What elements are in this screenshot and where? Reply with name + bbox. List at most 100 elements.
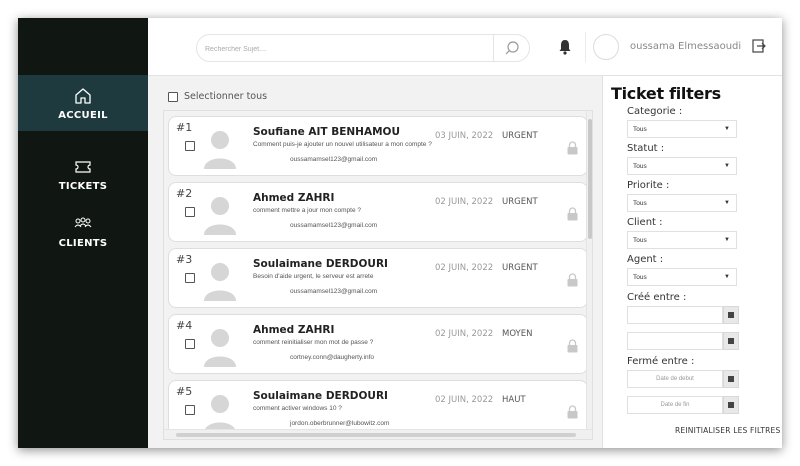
- chevron-down-icon: ▼: [724, 126, 730, 132]
- categorie-value: Tous: [633, 126, 647, 133]
- horizontal-scrollbar[interactable]: [164, 429, 592, 439]
- ticket-date: 02 JUIN, 2022: [435, 395, 494, 405]
- lock-icon[interactable]: [567, 207, 578, 221]
- scroll-thumb[interactable]: [176, 433, 576, 437]
- ticket-checkbox[interactable]: [185, 273, 195, 283]
- sidebar-item-tickets[interactable]: TICKETS: [18, 146, 148, 202]
- chevron-down-icon: ▼: [724, 274, 730, 280]
- client-value: Tous: [633, 237, 647, 244]
- cree-entre-label: Créé entre :: [627, 292, 687, 303]
- user-avatar-icon: [204, 131, 236, 169]
- sidebar-item-clients[interactable]: CLIENTS: [18, 203, 148, 259]
- ticket-date: 02 JUIN, 2022: [435, 329, 494, 339]
- filters-panel: Ticket filters Categorie : Tous ▼ Statut…: [602, 76, 782, 448]
- ticket-priority: URGENT: [502, 263, 538, 273]
- ticket-card[interactable]: #2 Ahmed ZAHRI comment mettre a jour mon c…: [168, 182, 588, 242]
- ticket-email: jordon.oberbrunner@lubowitz.com: [290, 420, 390, 427]
- ticket-checkbox[interactable]: [185, 141, 195, 151]
- client-select[interactable]: Tous ▼: [627, 231, 737, 249]
- agent-label: Agent :: [627, 254, 664, 265]
- priorite-value: Tous: [633, 200, 647, 207]
- ticket-email: oussamamsel123@gmail.com: [290, 222, 378, 229]
- ticket-email: cortney.conn@daugherty.info: [290, 354, 375, 361]
- ticket-subject: comment mettre a jour mon compte ?: [253, 207, 362, 214]
- user-avatar-icon: [204, 329, 236, 367]
- categorie-label: Categorie :: [627, 106, 683, 117]
- priorite-label: Priorite :: [627, 180, 670, 191]
- filters-title: Ticket filters: [611, 84, 721, 103]
- ticket-list: #1 Soufiane AIT BENHAMOU Comment puis-je a…: [163, 110, 593, 440]
- sidebar: ACCUEIL TICKETS CLIENTS: [18, 18, 148, 448]
- ticket-number: #3: [176, 253, 193, 266]
- ticket-date: 03 JUIN, 2022: [435, 131, 494, 141]
- statut-select[interactable]: Tous ▼: [627, 157, 737, 175]
- lock-icon[interactable]: [567, 405, 578, 419]
- priorite-select[interactable]: Tous ▼: [627, 194, 737, 212]
- user-avatar-icon: [204, 197, 236, 235]
- ferme-start-date-input[interactable]: Date de debut: [627, 370, 723, 388]
- client-label: Client :: [627, 217, 663, 228]
- calendar-icon[interactable]: [723, 396, 739, 414]
- cree-start-date-input[interactable]: [627, 306, 723, 324]
- ticket-priority: URGENT: [502, 197, 538, 207]
- calendar-icon[interactable]: [723, 306, 739, 324]
- sidebar-item-label: CLIENTS: [58, 237, 108, 249]
- chevron-down-icon: ▼: [724, 163, 730, 169]
- vertical-scrollbar[interactable]: [586, 111, 592, 429]
- search-input[interactable]: [205, 40, 485, 58]
- lock-icon[interactable]: [567, 141, 578, 155]
- ticket-priority: HAUT: [502, 395, 526, 405]
- ticket-client-name: Ahmed ZAHRI: [253, 324, 335, 336]
- lock-icon[interactable]: [567, 273, 578, 287]
- cree-end-date-input[interactable]: [627, 332, 723, 350]
- users-icon: [74, 217, 92, 227]
- categorie-select[interactable]: Tous ▼: [627, 120, 737, 138]
- ticket-email: oussamamsel123@gmail.com: [290, 288, 378, 295]
- reset-filters-button[interactable]: REINITIALISER LES FILTRES: [675, 426, 780, 435]
- ticket-number: #4: [176, 319, 193, 332]
- scroll-thumb[interactable]: [588, 119, 592, 239]
- calendar-icon[interactable]: [723, 370, 739, 388]
- ticket-list-panel: Selectionner tous #1 Soufiane AIT BENHAMO…: [148, 76, 602, 448]
- avatar[interactable]: [593, 34, 619, 60]
- user-avatar-icon: [204, 263, 236, 301]
- select-all[interactable]: Selectionner tous: [168, 91, 267, 102]
- ticket-number: #2: [176, 187, 193, 200]
- ticket-date: 02 JUIN, 2022: [435, 197, 494, 207]
- sidebar-item-label: ACCUEIL: [58, 109, 108, 121]
- app-window: ACCUEIL TICKETS CLIENTS Rechercher Sujet…: [18, 18, 782, 448]
- select-all-checkbox[interactable]: [168, 91, 178, 102]
- bell-icon[interactable]: [558, 39, 572, 55]
- ticket-card[interactable]: #1 Soufiane AIT BENHAMOU Comment puis-je a…: [168, 116, 588, 176]
- agent-select[interactable]: Tous ▼: [627, 268, 737, 286]
- lock-icon[interactable]: [567, 339, 578, 353]
- sidebar-item-label: TICKETS: [58, 180, 108, 192]
- ferme-end-date-input[interactable]: Date de fin: [627, 396, 723, 414]
- ticket-checkbox[interactable]: [185, 207, 195, 217]
- search-button[interactable]: [493, 35, 529, 61]
- ticket-client-name: Soufiane AIT BENHAMOU: [253, 126, 400, 138]
- select-all-label: Selectionner tous: [184, 91, 268, 102]
- logout-icon[interactable]: [752, 39, 766, 53]
- ticket-card[interactable]: #3 Soulaimane DERDOURI Besoin d'aide urgen…: [168, 248, 588, 308]
- ticket-email: oussamamsel123@gmail.com: [290, 156, 378, 163]
- statut-value: Tous: [633, 163, 647, 170]
- divider: [585, 32, 586, 62]
- ticket-subject: Besoin d'aide urgent, le serveur est arr…: [253, 273, 374, 280]
- ticket-client-name: Soulaimane DERDOURI: [253, 390, 388, 402]
- ferme-entre-label: Fermé entre :: [627, 356, 695, 367]
- ticket-card[interactable]: #4 Ahmed ZAHRI comment reinitialiser mon m…: [168, 314, 588, 374]
- calendar-icon[interactable]: [723, 332, 739, 350]
- top-bar: oussama Elmessaoudi: [148, 18, 782, 76]
- ticket-number: #5: [176, 385, 193, 398]
- ticket-client-name: Ahmed ZAHRI: [253, 192, 335, 204]
- ticket-number: #1: [176, 121, 193, 134]
- ticket-checkbox[interactable]: [185, 405, 195, 415]
- user-avatar-icon: [204, 395, 236, 433]
- search-bar: [196, 34, 530, 62]
- user-name[interactable]: oussama Elmessaoudi: [630, 41, 741, 52]
- ticket-priority: URGENT: [502, 131, 538, 141]
- sidebar-item-accueil[interactable]: ACCUEIL: [18, 75, 148, 131]
- statut-label: Statut :: [627, 143, 665, 154]
- ticket-checkbox[interactable]: [185, 339, 195, 349]
